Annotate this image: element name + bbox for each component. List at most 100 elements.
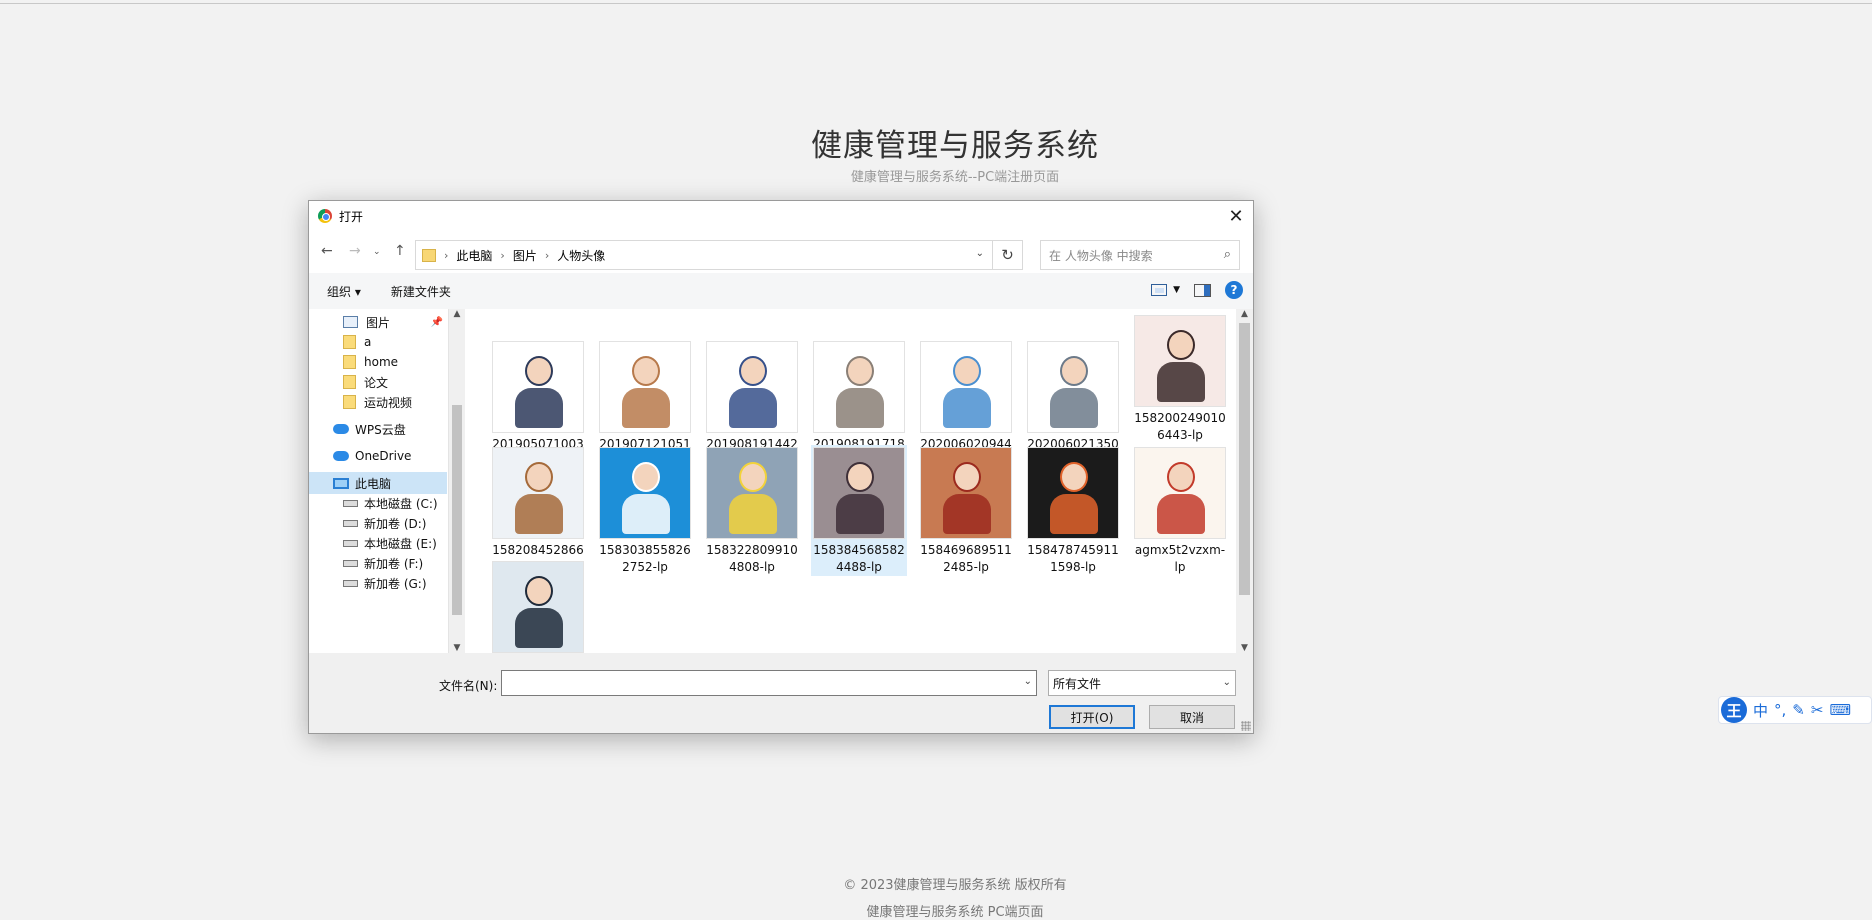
- preview-pane-icon[interactable]: [1194, 283, 1211, 297]
- scissors-icon[interactable]: ✂: [1811, 701, 1824, 719]
- chevron-right-icon[interactable]: ›: [500, 249, 504, 262]
- nav-item[interactable]: a: [309, 331, 449, 353]
- nav-item-label: WPS云盘: [355, 422, 406, 437]
- chevron-right-icon[interactable]: ›: [444, 249, 448, 262]
- ime-toolbar[interactable]: 王 中 °, ✎ ✂ ⌨: [1718, 696, 1872, 724]
- footer-subtitle: 健康管理与服务系统 PC端页面: [866, 905, 1044, 920]
- cancel-button[interactable]: 取消: [1149, 705, 1235, 729]
- footer-copyright: © 2023健康管理与服务系统 版权所有: [843, 878, 1067, 893]
- nav-item[interactable]: WPS云盘: [309, 418, 449, 440]
- open-button[interactable]: 打开(O): [1049, 705, 1135, 729]
- folder-icon: [343, 355, 356, 369]
- dialog-footer: 文件名(N): ⌄ 所有文件 ⌄ 打开(O) 取消: [309, 653, 1253, 733]
- new-folder-button[interactable]: 新建文件夹: [391, 283, 451, 300]
- resize-grip-icon[interactable]: [1241, 721, 1251, 731]
- file-item[interactable]: 1583228099104808-lp: [704, 445, 800, 576]
- file-thumbnail: [492, 341, 584, 433]
- filename-input[interactable]: [502, 671, 1012, 693]
- scroll-up-icon[interactable]: ▲: [1236, 309, 1253, 319]
- nav-item-label: 新加卷 (F:): [364, 556, 424, 571]
- scroll-up-icon[interactable]: ▲: [449, 309, 465, 319]
- file-thumbnail: [599, 447, 691, 539]
- file-type-select[interactable]: 所有文件 ⌄: [1048, 670, 1236, 696]
- scroll-down-icon[interactable]: ▼: [449, 643, 465, 653]
- file-open-dialog: 打开 ✕ ← → ⌄ ↑ › 此电脑 › 图片 › 人物头像 ⌄ ↻ 在 人物头…: [308, 200, 1254, 734]
- navigation-pane: 图片 📌 a home 论文 运动视频 WPS云盘 OneDrive 此电脑 本地磁盘 (C:) 新…: [309, 309, 449, 653]
- nav-item[interactable]: 新加卷 (F:): [309, 552, 449, 574]
- file-item[interactable]: 1584696895112485-lp: [918, 445, 1014, 576]
- file-name: agmx5t2vzxm-lp: [1134, 543, 1226, 574]
- file-name: 1584696895112485-lp: [920, 543, 1012, 574]
- back-arrow-icon[interactable]: ←: [321, 243, 333, 259]
- file-name: 1584787459111598-lp: [1027, 543, 1119, 574]
- nav-item-label: 新加卷 (G:): [364, 576, 427, 591]
- search-input[interactable]: 在 人物头像 中搜索 ⌕: [1040, 240, 1240, 270]
- file-item[interactable]: 1584787459111598-lp: [1025, 445, 1121, 576]
- file-item[interactable]: 1582002490106443-lp: [1132, 313, 1228, 444]
- nav-item[interactable]: 本地磁盘 (E:): [309, 532, 449, 554]
- file-name: 1582002490106443-lp: [1134, 411, 1226, 442]
- filename-combobox[interactable]: ⌄: [501, 670, 1037, 696]
- pin-icon: 📌: [430, 316, 443, 328]
- file-item[interactable]: 1583845685824488-lp: [811, 445, 907, 576]
- ime-mode-toggle[interactable]: 中: [1753, 700, 1768, 721]
- nav-scrollbar[interactable]: ▲ ▼: [449, 309, 465, 653]
- file-type-value: 所有文件: [1053, 676, 1102, 691]
- nav-item[interactable]: 运动视频: [309, 391, 449, 413]
- view-options-icon[interactable]: [1151, 284, 1168, 296]
- file-item[interactable]: agmx5t2vzxm-lp: [1132, 445, 1228, 576]
- drive-icon: [343, 579, 358, 587]
- nav-item[interactable]: 论文: [309, 371, 449, 393]
- close-button[interactable]: ✕: [1219, 201, 1253, 231]
- file-item[interactable]: 1583038558262752-lp: [597, 445, 693, 576]
- file-thumbnail: [599, 341, 691, 433]
- punct-icon[interactable]: °,: [1774, 701, 1786, 719]
- nav-item[interactable]: 图片 📌: [309, 311, 449, 333]
- scrollbar-thumb[interactable]: [1239, 323, 1250, 595]
- scroll-down-icon[interactable]: ▼: [1236, 643, 1253, 653]
- file-item[interactable]: 1582084528666992-lp: [490, 445, 586, 576]
- nav-item-label: home: [364, 355, 399, 369]
- drive-icon: [343, 539, 358, 547]
- scrollbar-thumb[interactable]: [452, 405, 462, 615]
- drive-icon: [343, 559, 358, 567]
- cloud-icon: [333, 451, 349, 461]
- nav-item[interactable]: OneDrive: [309, 445, 449, 467]
- address-bar[interactable]: › 此电脑 › 图片 › 人物头像 ⌄: [415, 240, 993, 270]
- breadcrumb-item[interactable]: 人物头像: [557, 247, 605, 264]
- file-thumbnail: [920, 447, 1012, 539]
- pen-icon[interactable]: ✎: [1792, 701, 1805, 719]
- file-name: 1583038558262752-lp: [599, 543, 691, 574]
- nav-item-label: a: [364, 335, 372, 349]
- nav-item[interactable]: 新加卷 (G:): [309, 572, 449, 594]
- content-scrollbar[interactable]: ▲ ▼: [1236, 309, 1253, 653]
- forward-arrow-icon[interactable]: →: [349, 243, 361, 259]
- recent-dropdown-icon[interactable]: ⌄: [373, 247, 381, 257]
- refresh-button[interactable]: ↻: [993, 240, 1023, 270]
- file-grid: 20190507100339_25378320190712105122_1347…: [466, 309, 1236, 653]
- ime-logo[interactable]: 王: [1721, 697, 1747, 723]
- chevron-right-icon[interactable]: ›: [545, 249, 549, 262]
- organize-menu[interactable]: 组织 ▾: [327, 283, 361, 300]
- chevron-down-icon[interactable]: ⌄: [1024, 676, 1032, 687]
- nav-item-label: 新加卷 (D:): [364, 516, 427, 531]
- search-icon: ⌕: [1223, 247, 1231, 262]
- navigation-bar: ← → ⌄ ↑ › 此电脑 › 图片 › 人物头像 ⌄ ↻ 在 人物头像 中搜索…: [309, 231, 1253, 271]
- breadcrumb-item[interactable]: 此电脑: [456, 247, 492, 264]
- dialog-titlebar: 打开 ✕: [309, 201, 1253, 231]
- file-thumbnail: [706, 341, 798, 433]
- refresh-icon: ↻: [1001, 246, 1014, 264]
- nav-item[interactable]: 本地磁盘 (C:): [309, 492, 449, 514]
- chevron-down-icon[interactable]: ⌄: [976, 248, 984, 259]
- nav-item[interactable]: 此电脑: [309, 472, 447, 494]
- nav-item[interactable]: 新加卷 (D:): [309, 512, 449, 534]
- up-arrow-icon[interactable]: ↑: [394, 243, 406, 259]
- nav-item[interactable]: home: [309, 351, 449, 373]
- help-icon[interactable]: ?: [1225, 281, 1243, 299]
- top-divider: [0, 3, 1872, 4]
- breadcrumb-item[interactable]: 图片: [513, 247, 537, 264]
- chevron-down-icon[interactable]: ⌄: [1223, 677, 1231, 688]
- chevron-down-icon[interactable]: ▼: [1173, 285, 1180, 295]
- keyboard-icon[interactable]: ⌨: [1829, 701, 1851, 719]
- file-item[interactable]: [490, 559, 586, 653]
